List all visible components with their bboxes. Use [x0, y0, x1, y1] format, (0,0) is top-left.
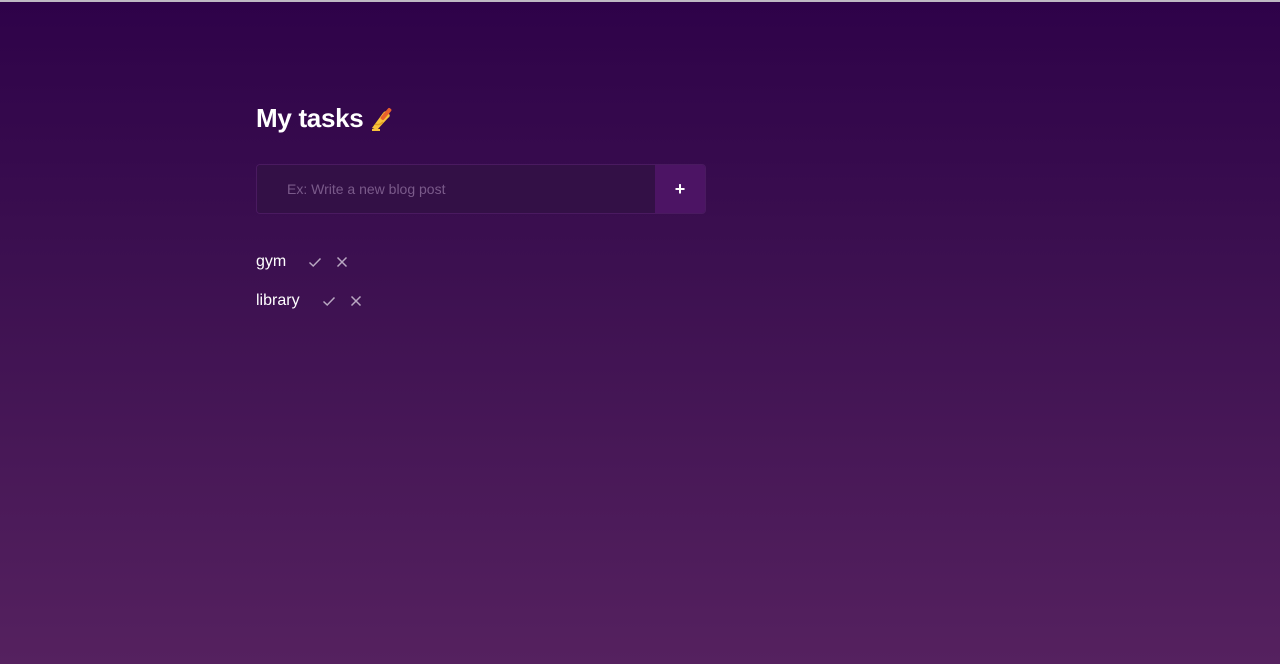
close-icon[interactable] [335, 255, 349, 269]
task-list: gym library [256, 250, 706, 313]
task-item: library [256, 289, 706, 313]
page-title-row: My tasks [256, 100, 706, 136]
close-icon[interactable] [349, 294, 363, 308]
check-icon[interactable] [308, 255, 322, 269]
writing-hand-icon [369, 104, 397, 132]
task-text: gym [256, 253, 287, 270]
page-title: My tasks [256, 103, 364, 133]
add-task-button[interactable]: + [655, 165, 705, 213]
todo-app: My tasks + gym library [256, 100, 706, 328]
task-input[interactable] [257, 165, 655, 213]
task-item: gym [256, 250, 706, 274]
check-icon[interactable] [322, 294, 336, 308]
add-task-form: + [256, 164, 706, 214]
task-text: library [256, 292, 300, 309]
